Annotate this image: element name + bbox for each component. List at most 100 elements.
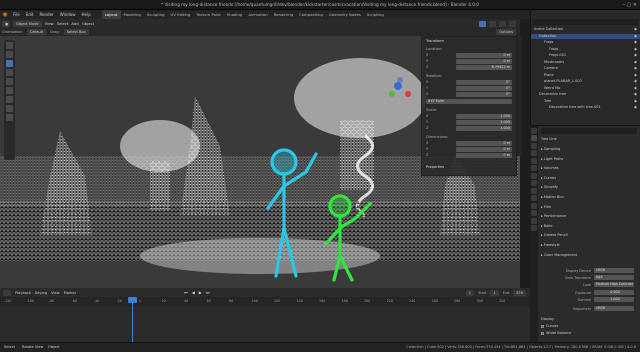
workspace-tab-geometry-nodes[interactable]: Geometry Nodes [326, 10, 364, 19]
physics-tab-icon[interactable] [531, 202, 537, 209]
drag-dropdown[interactable]: Select Box [63, 29, 89, 35]
properties-section-header[interactable]: ▸ Performance [541, 213, 637, 219]
start-frame-field[interactable]: 1 [490, 289, 499, 296]
mode-dropdown[interactable]: Object Mode [13, 20, 42, 27]
outliner-search-input[interactable] [533, 19, 638, 25]
properties-subpanel-header[interactable]: Properties [426, 165, 444, 169]
jump-end-icon[interactable]: ⏭ [206, 290, 210, 295]
select-box-tool-icon[interactable] [6, 42, 13, 49]
visibility-eye-icon[interactable]: ◉ [634, 86, 637, 92]
workspace-tab-shading[interactable]: Shading [224, 10, 245, 19]
current-frame-field[interactable]: 1 [465, 289, 475, 296]
outliner-row[interactable]: Frogs.001 ◉ [531, 53, 640, 59]
modifier-tab-icon[interactable] [531, 187, 537, 194]
material-shading-icon[interactable] [499, 20, 506, 27]
annotate-tool-icon[interactable] [6, 96, 13, 103]
outliner-row[interactable]: Frogs ◉ [531, 40, 640, 46]
menu-window[interactable]: Window [57, 10, 79, 19]
workspace-tab-animation[interactable]: Animation [245, 10, 270, 19]
outliner-row[interactable]: Mushrooms ◉ [531, 60, 640, 66]
jump-start-icon[interactable]: ⏮ [184, 290, 188, 295]
scale-z-field[interactable]: 1.000 [456, 126, 512, 131]
move-tool-icon[interactable] [6, 60, 13, 67]
exposure-field[interactable]: 0.000 [594, 290, 634, 295]
scale-y-field[interactable]: 1.000 [456, 120, 512, 125]
material-tab-icon[interactable] [531, 225, 537, 231]
solid-shading-icon[interactable] [489, 20, 496, 27]
properties-search-input[interactable] [541, 128, 637, 134]
rotation-y-field[interactable]: 0° [456, 86, 512, 91]
blender-logo-icon[interactable]: ◉ [0, 11, 10, 18]
transform-tool-icon[interactable] [6, 87, 13, 94]
white-balance-checkbox[interactable] [541, 331, 544, 335]
sequencer-field[interactable]: sRGB [594, 306, 634, 311]
wireframe-shading-icon[interactable] [479, 20, 486, 27]
properties-section-header[interactable]: ▸ Color Management [541, 252, 637, 258]
scene-tab-icon[interactable] [531, 157, 537, 164]
visibility-eye-icon[interactable]: ◉ [634, 53, 637, 59]
gamma-field[interactable]: 1.000 [594, 297, 634, 302]
play-reverse-icon[interactable]: ◀ [192, 290, 195, 295]
menu-view-timeline[interactable]: View [51, 291, 60, 295]
outliner-row[interactable]: Camera ◉ [531, 66, 640, 72]
dimensions-x-field[interactable]: 0 m [456, 141, 512, 146]
outliner-row[interactable]: Decorative tree with tree.001 ◉ [531, 105, 640, 111]
visibility-eye-icon[interactable]: ◉ [634, 66, 637, 72]
view-transform-field[interactable]: AgX [594, 275, 634, 280]
workspace-tab-uv-editing[interactable]: UV Editing [168, 10, 194, 19]
visibility-eye-icon[interactable]: ◉ [634, 60, 637, 66]
particles-tab-icon[interactable] [531, 195, 537, 201]
properties-section-header[interactable]: ▸ Grease Pencil [541, 232, 637, 238]
properties-section-header[interactable]: ▸ Sampling [541, 146, 637, 152]
workspace-tab-layout[interactable]: Layout [101, 10, 121, 19]
properties-section-header[interactable]: ▸ Curves [541, 175, 637, 181]
collection-tab-icon[interactable] [531, 172, 537, 179]
display-panel-label[interactable]: Display [541, 317, 554, 321]
outliner-row[interactable]: Decorative tree ◉ [531, 92, 640, 98]
properties-section-header[interactable]: ▸ Volumes [541, 165, 637, 171]
render-tab-icon[interactable] [531, 135, 537, 141]
workspace-tab-compositing[interactable]: Compositing [296, 10, 326, 19]
properties-section-header[interactable]: ▸ Simplify [541, 184, 637, 190]
play-icon[interactable]: ▶ [199, 290, 202, 295]
outliner-row[interactable]: Plane ◉ [531, 73, 640, 79]
measure-tool-icon[interactable] [6, 105, 13, 112]
menu-keying[interactable]: Keying [35, 291, 47, 295]
options-dropdown[interactable]: Options [496, 29, 516, 35]
world-tab-icon[interactable] [531, 165, 537, 171]
menu-playback[interactable]: Playback [15, 291, 31, 295]
constraints-tab-icon[interactable] [531, 210, 537, 216]
add-cube-tool-icon[interactable] [6, 114, 13, 121]
object-tab-icon[interactable] [531, 180, 537, 186]
visibility-eye-icon[interactable]: ◉ [634, 79, 637, 85]
menu-render[interactable]: Render [36, 10, 56, 19]
dimensions-y-field[interactable]: 0 m [456, 147, 512, 152]
outliner-row[interactable]: Tree ◉ [531, 99, 640, 105]
display-device-field[interactable]: sRGB [594, 268, 634, 273]
visibility-eye-icon[interactable]: ◉ [634, 47, 637, 53]
workspace-tab-sculpting[interactable]: Sculpting [144, 10, 168, 19]
menu-object[interactable]: Object [82, 21, 94, 26]
outliner-row[interactable]: Frogs ◉ [531, 47, 640, 53]
outliner-row[interactable]: Scene Collection ◉ [531, 27, 640, 33]
look-field[interactable]: Medium High Contrast [594, 282, 634, 287]
cursor-tool-icon[interactable] [6, 51, 13, 58]
orientation-dropdown[interactable]: Default [26, 29, 47, 35]
data-tab-icon[interactable] [531, 217, 537, 224]
workspace-tab-rendering[interactable]: Rendering [271, 10, 296, 19]
output-tab-icon[interactable] [531, 142, 537, 149]
menu-add[interactable]: Add [71, 21, 78, 26]
menu-view[interactable]: View [45, 21, 54, 26]
dimensions-z-field[interactable]: 0 m [456, 153, 512, 158]
view-layer-tab-icon[interactable] [531, 150, 537, 156]
properties-section-header[interactable]: ▸ Light Paths [541, 156, 637, 162]
visibility-eye-icon[interactable]: ◉ [634, 73, 637, 79]
workspace-tab-scripting[interactable]: Scripting [364, 10, 387, 19]
rotation-z-field[interactable]: 0° [456, 92, 512, 97]
menu-select[interactable]: Select [57, 21, 69, 26]
playhead-handle[interactable] [128, 297, 137, 303]
menu-help[interactable]: Help [78, 10, 93, 19]
properties-section-header[interactable]: ▸ Bake [541, 223, 637, 229]
rotation-x-field[interactable]: 0° [456, 80, 512, 85]
menu-marker[interactable]: Marker [64, 291, 76, 295]
